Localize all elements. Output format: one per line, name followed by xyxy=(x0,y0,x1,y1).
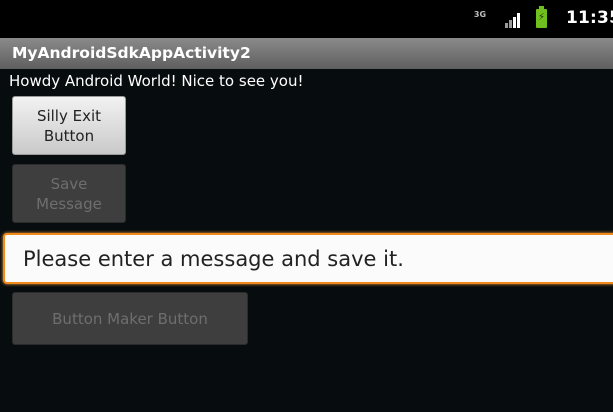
network-type-label: 3G xyxy=(473,10,487,19)
save-message-button-label: Save Message xyxy=(36,174,102,213)
message-input-text: Please enter a message and save it. xyxy=(23,247,404,271)
message-input[interactable]: Please enter a message and save it. xyxy=(3,233,613,284)
status-bar: 3G ⚡ 11:35 xyxy=(0,0,613,38)
silly-exit-button[interactable]: Silly Exit Button xyxy=(12,96,126,155)
button-maker-button-label: Button Maker Button xyxy=(52,309,208,328)
silly-exit-button-label: Silly Exit Button xyxy=(36,106,102,145)
signal-strength-icon xyxy=(505,12,523,28)
title-bar: MyAndroidSdkAppActivity2 xyxy=(0,38,613,69)
save-message-button[interactable]: Save Message xyxy=(12,164,126,223)
status-clock: 11:35 xyxy=(566,8,613,28)
button-maker-button[interactable]: Button Maker Button xyxy=(12,292,248,345)
network-type-icon: 3G xyxy=(473,10,487,28)
app-title: MyAndroidSdkAppActivity2 xyxy=(12,44,251,62)
battery-charging-icon: ⚡ xyxy=(536,6,547,28)
greeting-text: Howdy Android World! Nice to see you! xyxy=(9,72,304,90)
